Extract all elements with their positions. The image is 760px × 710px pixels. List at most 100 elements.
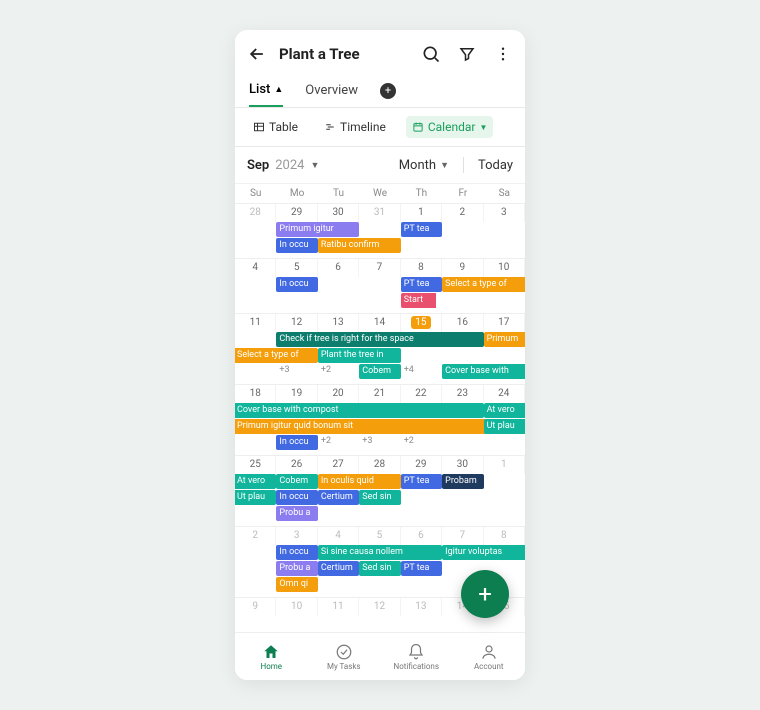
- view-timeline[interactable]: Timeline: [318, 116, 392, 138]
- view-table[interactable]: Table: [247, 116, 304, 138]
- day-cell[interactable]: 8: [401, 259, 442, 277]
- day-cell[interactable]: 21: [359, 385, 400, 403]
- calendar-event[interactable]: Ut plau: [484, 419, 525, 434]
- calendar-event[interactable]: Primum igitur quid bonum sit: [235, 419, 485, 434]
- search-icon[interactable]: [421, 44, 441, 64]
- calendar-event[interactable]: PT tea: [401, 222, 442, 237]
- day-cell[interactable]: 5: [276, 259, 317, 277]
- calendar-event[interactable]: Probu a: [276, 506, 317, 521]
- more-indicator[interactable]: +4: [401, 364, 442, 379]
- calendar-event[interactable]: At vero: [235, 474, 276, 489]
- calendar-event[interactable]: At vero: [484, 403, 525, 418]
- calendar-event[interactable]: In occu: [276, 435, 317, 450]
- filter-icon[interactable]: [457, 44, 477, 64]
- calendar-event[interactable]: In oculis quid: [318, 474, 401, 489]
- day-cell[interactable]: 25: [235, 456, 276, 474]
- day-cell[interactable]: 12: [359, 598, 400, 616]
- calendar-event[interactable]: Check if tree is right for the space: [276, 332, 483, 347]
- calendar-event[interactable]: Cover base with compost: [235, 403, 484, 418]
- day-cell[interactable]: 9: [442, 259, 483, 277]
- calendar-event[interactable]: Select a type of: [235, 348, 318, 363]
- month-label[interactable]: Sep: [247, 158, 269, 173]
- calendar-event[interactable]: Ut plau: [235, 490, 276, 505]
- more-indicator[interactable]: +3: [359, 435, 400, 450]
- day-cell[interactable]: 8: [484, 527, 525, 545]
- more-indicator[interactable]: +2: [318, 364, 359, 379]
- day-cell[interactable]: 29: [401, 456, 442, 474]
- tab-overview[interactable]: Overview: [305, 75, 358, 106]
- day-cell[interactable]: 11: [235, 314, 276, 332]
- day-cell[interactable]: 24: [484, 385, 525, 403]
- calendar-event[interactable]: In occu: [276, 277, 317, 292]
- day-cell[interactable]: 1: [484, 456, 525, 474]
- day-cell[interactable]: 11: [318, 598, 359, 616]
- nav-account[interactable]: Account: [453, 633, 526, 680]
- calendar-event[interactable]: Si sine causa nollem: [318, 545, 442, 560]
- day-cell[interactable]: 16: [442, 314, 483, 332]
- add-fab[interactable]: +: [461, 570, 509, 618]
- day-cell[interactable]: 3: [276, 527, 317, 545]
- more-icon[interactable]: [493, 44, 513, 64]
- view-calendar[interactable]: Calendar ▼: [406, 116, 494, 138]
- day-cell[interactable]: 4: [318, 527, 359, 545]
- add-tab-button[interactable]: +: [380, 83, 396, 99]
- calendar-event[interactable]: Ratibu confirm: [318, 238, 401, 253]
- chevron-down-icon[interactable]: ▼: [310, 160, 319, 171]
- day-cell[interactable]: 9: [235, 598, 276, 616]
- calendar-event[interactable]: Igitur voluptas: [442, 545, 525, 560]
- calendar-event[interactable]: Start: [401, 293, 436, 308]
- day-cell[interactable]: 20: [318, 385, 359, 403]
- calendar-event[interactable]: PT tea: [401, 561, 442, 576]
- day-cell[interactable]: 29: [276, 204, 317, 222]
- day-cell[interactable]: 13: [318, 314, 359, 332]
- calendar-event[interactable]: Certium: [318, 490, 359, 505]
- calendar-event[interactable]: Plant the tree in: [318, 348, 401, 363]
- day-cell[interactable]: 2: [235, 527, 276, 545]
- day-cell[interactable]: 12: [276, 314, 317, 332]
- calendar-event[interactable]: Cobem: [359, 364, 400, 379]
- calendar-event[interactable]: Probu a: [276, 561, 317, 576]
- day-cell[interactable]: 14: [359, 314, 400, 332]
- calendar-event[interactable]: In occu: [276, 545, 317, 560]
- day-cell[interactable]: 15: [401, 314, 442, 332]
- more-indicator[interactable]: +2: [401, 435, 442, 450]
- day-cell[interactable]: 30: [318, 204, 359, 222]
- calendar-event[interactable]: Probam: [442, 474, 483, 489]
- day-cell[interactable]: 19: [276, 385, 317, 403]
- day-cell[interactable]: 6: [401, 527, 442, 545]
- calendar-event[interactable]: In occu: [276, 238, 317, 253]
- more-indicator[interactable]: +2: [318, 435, 359, 450]
- day-cell[interactable]: 31: [359, 204, 400, 222]
- nav-home[interactable]: Home: [235, 633, 308, 680]
- day-cell[interactable]: 13: [401, 598, 442, 616]
- calendar-event[interactable]: Sed sin: [359, 561, 400, 576]
- day-cell[interactable]: 27: [318, 456, 359, 474]
- calendar-event[interactable]: PT tea: [401, 277, 442, 292]
- day-cell[interactable]: 10: [484, 259, 525, 277]
- tab-list[interactable]: List ▲: [249, 74, 283, 107]
- day-cell[interactable]: 7: [359, 259, 400, 277]
- calendar-event[interactable]: Sed sin: [359, 490, 400, 505]
- day-cell[interactable]: 1: [401, 204, 442, 222]
- range-selector[interactable]: Month ▼: [399, 158, 449, 173]
- day-cell[interactable]: 10: [276, 598, 317, 616]
- calendar-event[interactable]: Cobem: [276, 474, 317, 489]
- day-cell[interactable]: 26: [276, 456, 317, 474]
- day-cell[interactable]: 3: [484, 204, 525, 222]
- calendar-event[interactable]: Omn qi: [276, 577, 317, 592]
- day-cell[interactable]: 7: [442, 527, 483, 545]
- day-cell[interactable]: 30: [442, 456, 483, 474]
- calendar-event[interactable]: In occu: [276, 490, 317, 505]
- day-cell[interactable]: 17: [484, 314, 525, 332]
- nav-notifications[interactable]: Notifications: [380, 633, 453, 680]
- day-cell[interactable]: 18: [235, 385, 276, 403]
- calendar-event[interactable]: Certium: [318, 561, 359, 576]
- calendar-event[interactable]: Primum igitur: [276, 222, 359, 237]
- more-indicator[interactable]: +3: [276, 364, 317, 379]
- day-cell[interactable]: 4: [235, 259, 276, 277]
- back-button[interactable]: [247, 44, 267, 64]
- today-button[interactable]: Today: [478, 158, 513, 173]
- calendar-event[interactable]: Primum: [484, 332, 525, 347]
- day-cell[interactable]: 6: [318, 259, 359, 277]
- day-cell[interactable]: 28: [359, 456, 400, 474]
